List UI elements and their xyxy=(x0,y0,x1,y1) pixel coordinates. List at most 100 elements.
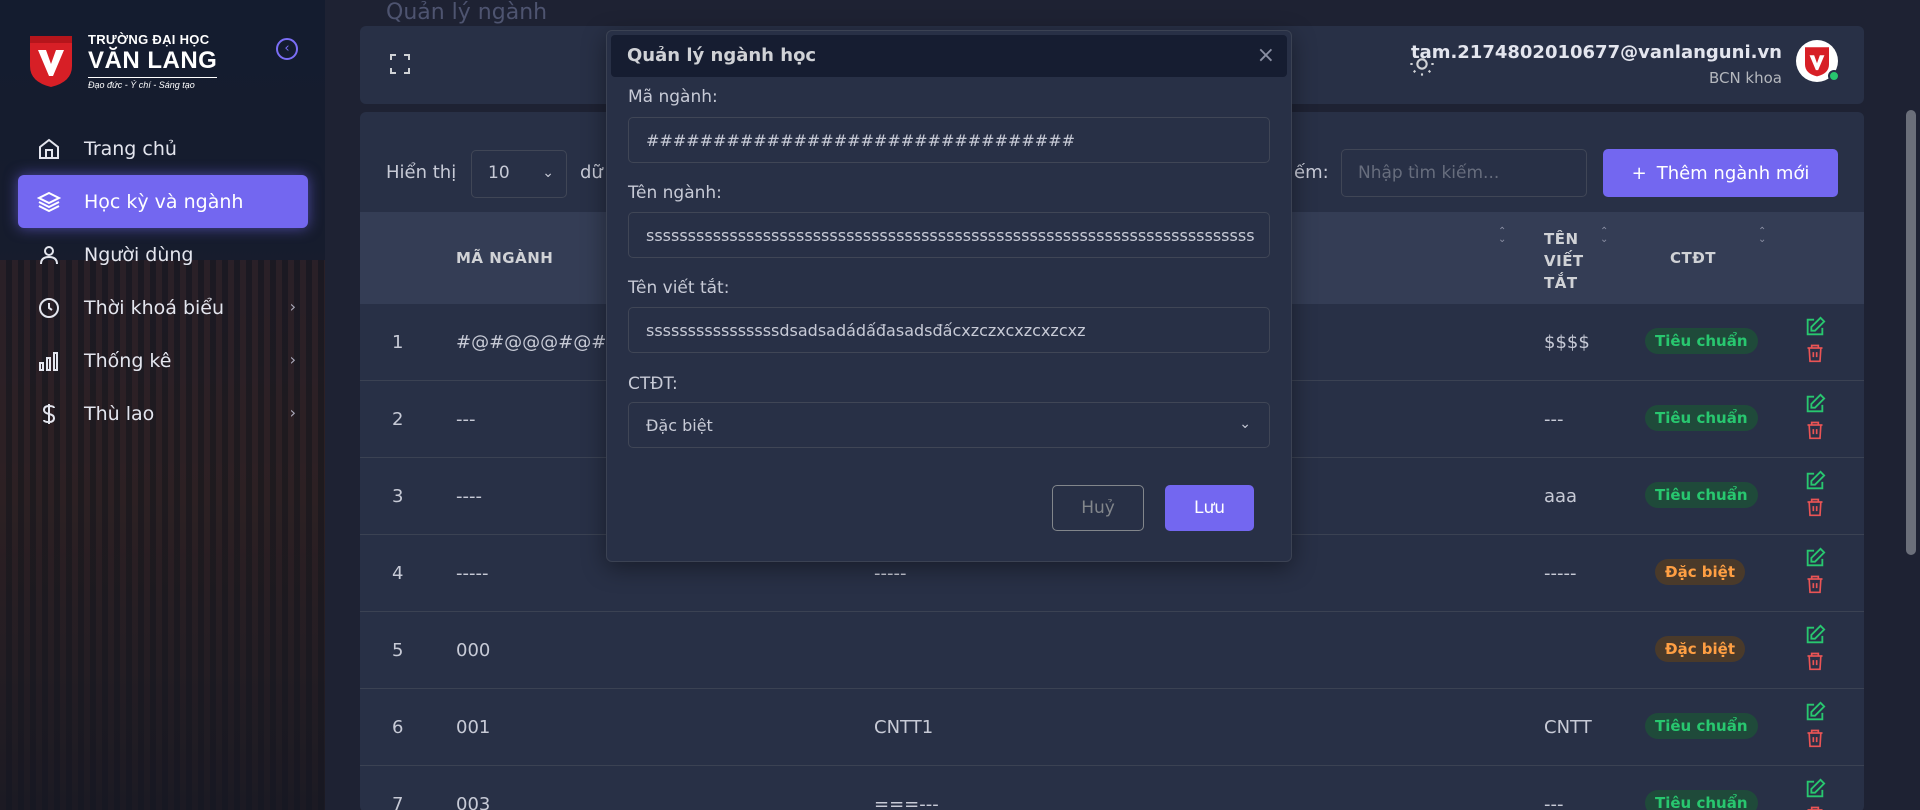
sidebar-item-label: Thời khoá biểu xyxy=(84,296,225,319)
chevron-right-icon: › xyxy=(289,297,296,316)
sidebar-item-timetable[interactable]: Thời khoá biểu › xyxy=(18,281,308,334)
save-button[interactable]: Lưu xyxy=(1165,485,1254,531)
sidebar-item-remuneration[interactable]: Thù lao › xyxy=(18,387,308,440)
collapse-sidebar-icon[interactable]: ‹ xyxy=(276,38,298,60)
column-program[interactable]: CTĐT xyxy=(1670,249,1716,267)
row-code: --- xyxy=(456,409,476,430)
program-badge: Tiêu chuẩn xyxy=(1645,482,1758,508)
row-name: CNTT1 xyxy=(874,717,934,738)
university-logo[interactable]: TRƯỜNG ĐẠI HỌC VĂN LANG Đạo đức - Ý chí … xyxy=(28,32,218,90)
sidebar-item-statistics[interactable]: Thống kê › xyxy=(18,334,308,387)
cancel-button[interactable]: Huỷ xyxy=(1052,485,1144,531)
user-icon xyxy=(36,242,62,268)
search-label: ếm: xyxy=(1294,162,1329,183)
scrollbar-thumb[interactable] xyxy=(1906,110,1916,555)
page-size-label: Hiển thị xyxy=(386,162,457,183)
user-email[interactable]: tam.2174802010677@vanlanguni.vn xyxy=(1411,42,1782,63)
close-icon[interactable]: × xyxy=(1257,43,1275,68)
row-code: ----- xyxy=(456,563,489,584)
sidebar: TRƯỜNG ĐẠI HỌC VĂN LANG Đạo đức - Ý chí … xyxy=(0,0,325,810)
row-abbr: ----- xyxy=(1544,563,1577,584)
dialog-header: Quản lý ngành học × xyxy=(611,35,1287,77)
sidebar-item-label: Trang chủ xyxy=(84,137,177,160)
sort-icon[interactable]: ⌃ ⌄ xyxy=(1758,227,1766,245)
chevron-down-icon: ⌄ xyxy=(1239,416,1251,432)
delete-icon[interactable] xyxy=(1805,419,1825,441)
abbr-label: Tên viết tắt: xyxy=(628,278,730,298)
layers-icon xyxy=(36,189,62,215)
sidebar-nav: Trang chủ Học kỳ và ngành Người dùng Thờ… xyxy=(18,122,308,440)
program-badge: Đặc biệt xyxy=(1655,636,1746,662)
delete-icon[interactable] xyxy=(1805,650,1825,672)
sidebar-item-label: Học kỳ và ngành xyxy=(84,190,244,213)
table-row: 7 003 ===--- --- Tiêu chuẩn xyxy=(360,766,1864,810)
sidebar-item-semester-major[interactable]: Học kỳ và ngành xyxy=(18,175,308,228)
name-label: Tên ngành: xyxy=(628,183,722,203)
row-abbr: aaa xyxy=(1544,486,1578,507)
edit-icon[interactable] xyxy=(1804,393,1826,415)
sidebar-item-users[interactable]: Người dùng xyxy=(18,228,308,281)
code-field[interactable]: ################################ xyxy=(628,117,1270,163)
chevron-down-icon: ⌄ xyxy=(542,165,554,181)
page-size-value: 10 xyxy=(488,163,510,183)
row-abbr: $$$$ xyxy=(1544,332,1590,353)
program-badge: Đặc biệt xyxy=(1655,559,1746,585)
logo-line-2: VĂN LANG xyxy=(88,47,218,74)
sort-icon[interactable]: ⌃ ⌄ xyxy=(1498,227,1506,245)
row-index: 2 xyxy=(392,409,404,430)
row-index: 6 xyxy=(392,717,404,738)
add-major-label: Thêm ngành mới xyxy=(1656,162,1810,184)
edit-icon[interactable] xyxy=(1804,778,1826,800)
row-abbr: CNTT xyxy=(1544,717,1592,738)
row-index: 3 xyxy=(392,486,404,507)
page-size-suffix: dữ xyxy=(580,162,603,183)
dialog-title: Quản lý ngành học xyxy=(627,45,817,66)
page-size-select[interactable]: 10 ⌄ xyxy=(471,150,567,198)
delete-icon[interactable] xyxy=(1805,342,1825,364)
table-row: 6 001 CNTT1 CNTT Tiêu chuẩn xyxy=(360,689,1864,766)
program-select[interactable]: Đặc biệt ⌄ xyxy=(628,402,1270,448)
abbr-field[interactable]: ssssssssssssssssdsadsadádấđasadsđấcxzczx… xyxy=(628,307,1270,353)
program-badge: Tiêu chuẩn xyxy=(1645,790,1758,810)
delete-icon[interactable] xyxy=(1805,573,1825,595)
edit-icon[interactable] xyxy=(1804,470,1826,492)
program-selected-value: Đặc biệt xyxy=(646,415,713,435)
vlu-shield-icon xyxy=(30,36,72,87)
program-badge: Tiêu chuẩn xyxy=(1645,328,1758,354)
home-icon xyxy=(36,136,62,162)
name-field[interactable]: ssssssssssssssssssssssssssssssssssssssss… xyxy=(628,212,1270,258)
row-code: 001 xyxy=(456,717,491,738)
table-row: 5 000 Đặc biệt xyxy=(360,612,1864,689)
row-index: 4 xyxy=(392,563,404,584)
column-code[interactable]: MÃ NGÀNH xyxy=(456,249,553,267)
dollar-icon xyxy=(36,401,62,427)
sidebar-item-label: Thù lao xyxy=(84,402,155,425)
bar-chart-icon xyxy=(36,348,62,374)
row-index: 5 xyxy=(392,640,404,661)
logo-line-1: TRƯỜNG ĐẠI HỌC xyxy=(88,32,210,47)
row-name: ===--- xyxy=(874,794,939,810)
sidebar-item-home[interactable]: Trang chủ xyxy=(18,122,308,175)
add-major-button[interactable]: + Thêm ngành mới xyxy=(1603,149,1838,197)
row-name: ----- xyxy=(874,563,907,584)
row-code: 000 xyxy=(456,640,491,661)
logo-slogan: Đạo đức - Ý chí - Sáng tạo xyxy=(88,77,218,90)
online-status-dot xyxy=(1828,70,1840,82)
row-abbr: --- xyxy=(1544,794,1564,810)
avatar[interactable] xyxy=(1796,40,1840,82)
edit-icon[interactable] xyxy=(1804,547,1826,569)
edit-icon[interactable] xyxy=(1804,316,1826,338)
edit-icon[interactable] xyxy=(1804,624,1826,646)
edit-icon[interactable] xyxy=(1804,701,1826,723)
delete-icon[interactable] xyxy=(1805,727,1825,749)
delete-icon[interactable] xyxy=(1805,804,1825,810)
column-abbr[interactable]: TÊN VIẾT TẮT xyxy=(1544,228,1584,294)
major-dialog: Quản lý ngành học × Mã ngành: ##########… xyxy=(606,30,1292,562)
search-input[interactable] xyxy=(1341,149,1587,197)
chevron-right-icon: › xyxy=(289,350,296,369)
sort-icon[interactable]: ⌃ ⌄ xyxy=(1600,227,1608,245)
delete-icon[interactable] xyxy=(1805,496,1825,518)
fullscreen-icon[interactable] xyxy=(388,52,412,76)
vlu-shield-icon xyxy=(1805,47,1829,77)
row-abbr: --- xyxy=(1544,409,1564,430)
